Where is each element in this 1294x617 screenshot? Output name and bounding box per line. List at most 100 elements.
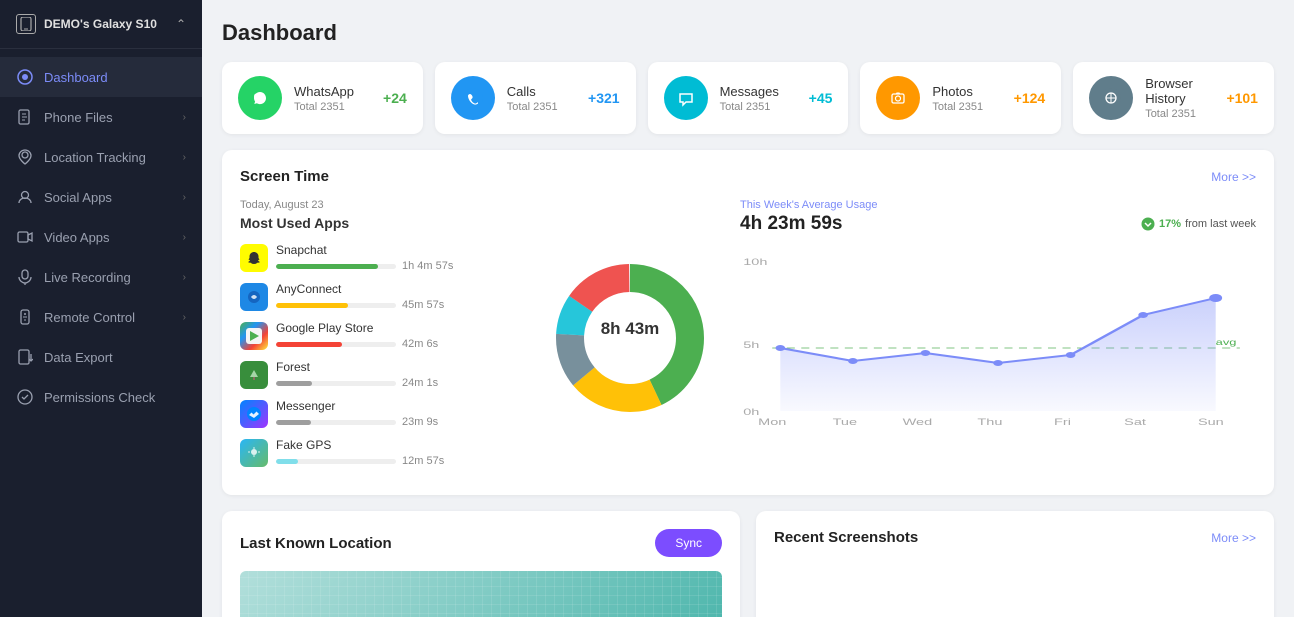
screenshots-more[interactable]: More >> — [1211, 531, 1256, 545]
stat-delta-calls: +321 — [588, 90, 620, 106]
app-name-forest: Forest — [276, 360, 520, 374]
svg-text:5h: 5h — [743, 340, 759, 350]
browser-icon — [1089, 76, 1133, 120]
messenger-icon — [240, 400, 268, 428]
app-item-snapchat: Snapchat 1h 4m 57s — [240, 243, 520, 272]
whatsapp-icon — [238, 76, 282, 120]
screenshots-title: Recent Screenshots — [774, 529, 918, 546]
sync-button[interactable]: Sync — [655, 529, 722, 557]
chevron-right-icon: › — [183, 272, 186, 283]
apps-panel: Today, August 23 Most Used Apps Snapchat… — [240, 199, 520, 477]
screen-time-more[interactable]: More >> — [1211, 170, 1256, 184]
app-item-anyconnect: AnyConnect 45m 57s — [240, 282, 520, 311]
app-bar-snapchat — [276, 264, 378, 269]
sidebar-item-social-apps[interactable]: Social Apps › — [0, 177, 202, 217]
stat-card-calls: Calls Total 2351 +321 — [435, 62, 636, 134]
stat-delta-browser: +101 — [1226, 90, 1258, 106]
app-bar-forest — [276, 381, 312, 386]
svg-text:10h: 10h — [743, 257, 767, 267]
stat-card-browser: Browser History Total 2351 +101 — [1073, 62, 1274, 134]
sidebar-header: DEMO's Galaxy S10 ⌃ — [0, 0, 202, 49]
stat-name-whatsapp: WhatsApp — [294, 84, 371, 99]
app-bar-messenger — [276, 420, 311, 425]
app-time-messenger: 23m 9s — [402, 416, 438, 428]
usage-chart-area: 10h 5h 0h avg — [740, 243, 1256, 433]
screen-time-header: Screen Time More >> — [240, 168, 1256, 185]
svg-text:Fri: Fri — [1054, 417, 1071, 427]
app-item-playstore: Google Play Store 42m 6s — [240, 321, 520, 350]
social-icon — [16, 188, 34, 206]
fakegps-icon — [240, 439, 268, 467]
svg-text:Tue: Tue — [833, 417, 858, 427]
sidebar-item-remote-control[interactable]: Remote Control › — [0, 297, 202, 337]
main-content: Dashboard WhatsApp Total 2351 +24 Calls … — [202, 0, 1294, 617]
nav-left: Dashboard — [16, 68, 108, 86]
sidebar-item-label-remote: Remote Control — [44, 310, 135, 325]
stat-total-calls: Total 2351 — [507, 101, 576, 113]
app-time-forest: 24m 1s — [402, 377, 438, 389]
sidebar-item-label-recording: Live Recording — [44, 270, 131, 285]
sidebar-item-data-export[interactable]: Data Export — [0, 337, 202, 377]
app-time-fakegps: 12m 57s — [402, 455, 444, 467]
anyconnect-icon — [240, 283, 268, 311]
app-time-anyconnect: 45m 57s — [402, 299, 444, 311]
chevron-right-icon: › — [183, 192, 186, 203]
chevron-right-icon: › — [183, 152, 186, 163]
sidebar-item-live-recording[interactable]: Live Recording › — [0, 257, 202, 297]
screen-time-card: Screen Time More >> Today, August 23 Mos… — [222, 150, 1274, 495]
screenshots-card: Recent Screenshots More >> — [756, 511, 1274, 617]
phone-files-icon — [16, 108, 34, 126]
app-name-messenger: Messenger — [276, 399, 520, 413]
stat-card-photos: Photos Total 2351 +124 — [860, 62, 1061, 134]
stat-total-messages: Total 2351 — [720, 101, 797, 113]
screen-time-content: Today, August 23 Most Used Apps Snapchat… — [240, 199, 1256, 477]
app-name-fakegps: Fake GPS — [276, 438, 520, 452]
app-time-snapchat: 1h 4m 57s — [402, 260, 453, 272]
stat-total-photos: Total 2351 — [932, 101, 1001, 113]
export-icon — [16, 348, 34, 366]
stat-card-messages: Messages Total 2351 +45 — [648, 62, 849, 134]
apps-panel-subtitle: Most Used Apps — [240, 215, 520, 231]
sidebar-header-left: DEMO's Galaxy S10 — [16, 14, 157, 34]
stat-total-browser: Total 2351 — [1145, 108, 1214, 120]
app-name-snapchat: Snapchat — [276, 243, 520, 257]
usage-value: 4h 23m 59s — [740, 213, 842, 235]
delta-pct: 17% — [1159, 218, 1181, 230]
stat-name-messages: Messages — [720, 84, 797, 99]
sidebar-item-label-phone-files: Phone Files — [44, 110, 113, 125]
snapchat-icon — [240, 244, 268, 272]
messages-icon — [664, 76, 708, 120]
sidebar-item-phone-files[interactable]: Phone Files › — [0, 97, 202, 137]
dashboard-icon — [16, 68, 34, 86]
date-label: Today, August 23 — [240, 199, 520, 211]
svg-text:Mon: Mon — [758, 417, 786, 427]
chevron-right-icon: › — [183, 112, 186, 123]
recording-icon — [16, 268, 34, 286]
app-time-playstore: 42m 6s — [402, 338, 438, 350]
sidebar-item-label-video: Video Apps — [44, 230, 110, 245]
delta-down-icon — [1141, 217, 1155, 231]
delta-label: from last week — [1185, 218, 1256, 230]
sidebar-item-label-export: Data Export — [44, 350, 113, 365]
donut-chart: 8h 43m — [540, 199, 720, 477]
sidebar-item-video-apps[interactable]: Video Apps › — [0, 217, 202, 257]
sidebar-item-permissions-check[interactable]: Permissions Check — [0, 377, 202, 417]
usage-label: This Week's Average Usage — [740, 199, 1256, 211]
app-bar-playstore — [276, 342, 342, 347]
stat-delta-messages: +45 — [809, 90, 833, 106]
stat-delta-photos: +124 — [1014, 90, 1046, 106]
sidebar-item-dashboard[interactable]: Dashboard — [0, 57, 202, 97]
bottom-row: Last Known Location Sync Recent Screensh… — [222, 511, 1274, 617]
chevron-up-icon[interactable]: ⌃ — [176, 17, 186, 31]
location-card: Last Known Location Sync — [222, 511, 740, 617]
sidebar-item-label-social: Social Apps — [44, 190, 112, 205]
chevron-right-icon: › — [183, 232, 186, 243]
app-bar-fakegps — [276, 459, 298, 464]
stats-row: WhatsApp Total 2351 +24 Calls Total 2351… — [222, 62, 1274, 134]
sidebar-item-label-location: Location Tracking — [44, 150, 146, 165]
donut-svg: 8h 43m — [545, 253, 715, 423]
device-icon — [16, 14, 36, 34]
sidebar-item-location-tracking[interactable]: Location Tracking › — [0, 137, 202, 177]
svg-text:Wed: Wed — [903, 417, 933, 427]
stat-name-browser: Browser History — [1145, 76, 1214, 106]
